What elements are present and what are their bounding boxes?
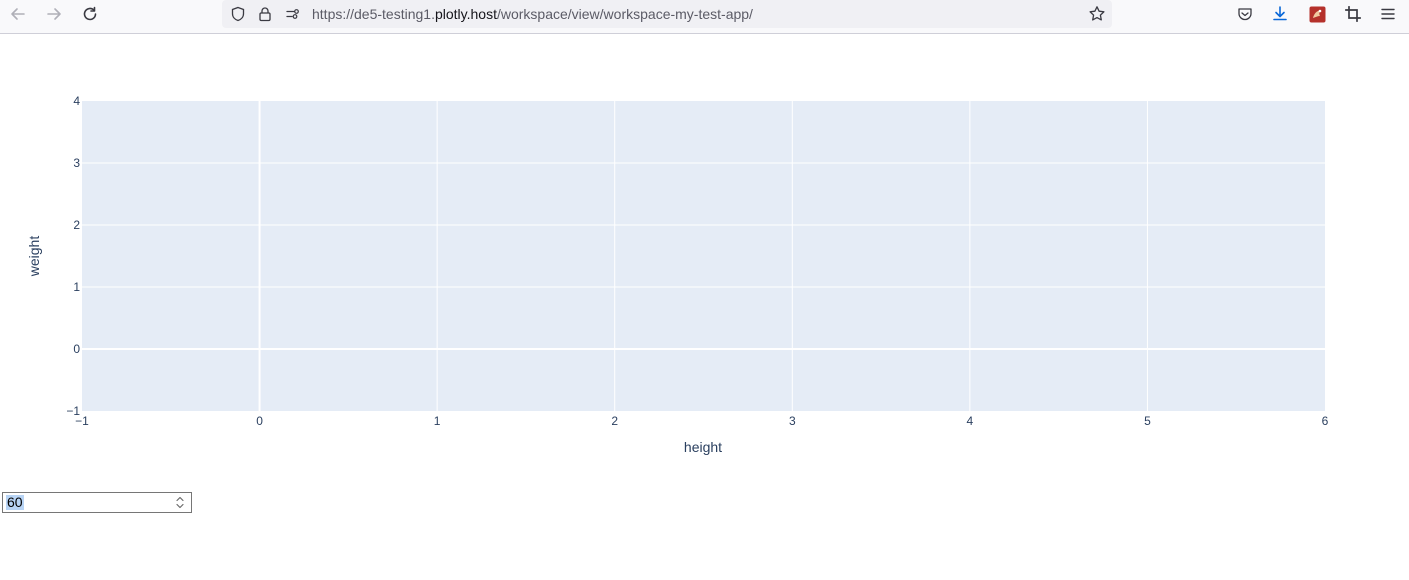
pocket-icon[interactable] bbox=[1233, 3, 1257, 25]
plot-area bbox=[82, 101, 1325, 411]
x-tick-label: 0 bbox=[256, 414, 263, 428]
url-prefix: https://de5-testing1. bbox=[312, 6, 435, 22]
shield-icon[interactable] bbox=[228, 4, 248, 24]
x-tick-label: 1 bbox=[434, 414, 441, 428]
browser-toolbar: https://de5-testing1.plotly.host/workspa… bbox=[0, 0, 1409, 34]
url-domain: plotly.host bbox=[434, 6, 497, 22]
x-axis-title: height bbox=[684, 439, 722, 455]
y-axis-title: weight bbox=[26, 236, 42, 278]
x-tick-label: 2 bbox=[611, 414, 618, 428]
x-tick-label: 6 bbox=[1322, 414, 1329, 428]
chart-svg: −1 0 1 2 3 4 5 6 −1 0 1 2 3 4 height weight bbox=[26, 94, 1329, 455]
y-tick-label: 0 bbox=[73, 342, 80, 356]
number-input-value[interactable]: 60 bbox=[6, 495, 24, 510]
x-tick-label: 5 bbox=[1144, 414, 1151, 428]
address-bar[interactable]: https://de5-testing1.plotly.host/workspa… bbox=[222, 0, 1112, 28]
reload-button[interactable] bbox=[77, 3, 103, 25]
url-path: /workspace/view/workspace-my-test-app/ bbox=[496, 6, 753, 22]
menu-icon[interactable] bbox=[1376, 3, 1400, 25]
y-axis-ticks: −1 0 1 2 3 4 bbox=[66, 94, 80, 418]
y-tick-label: −1 bbox=[66, 404, 80, 418]
downloads-icon[interactable] bbox=[1268, 3, 1292, 25]
bookmark-star-icon[interactable] bbox=[1087, 4, 1107, 24]
forward-arrow-icon bbox=[47, 8, 61, 20]
screenshot-crop-icon[interactable] bbox=[1341, 3, 1365, 25]
y-tick-label: 2 bbox=[73, 218, 80, 232]
y-tick-label: 3 bbox=[73, 156, 80, 170]
x-axis-ticks: −1 0 1 2 3 4 5 6 bbox=[75, 414, 1329, 428]
reload-icon bbox=[83, 6, 97, 21]
spinner-arrows-icon bbox=[176, 496, 184, 509]
x-tick-label: 3 bbox=[789, 414, 796, 428]
url-text[interactable]: https://de5-testing1.plotly.host/workspa… bbox=[312, 6, 753, 22]
lock-icon[interactable] bbox=[255, 4, 275, 24]
permissions-icon[interactable] bbox=[283, 4, 303, 24]
number-input[interactable]: 60 bbox=[2, 492, 192, 513]
extension-icon[interactable] bbox=[1305, 3, 1329, 25]
y-tick-label: 4 bbox=[73, 94, 80, 108]
scatter-chart: −1 0 1 2 3 4 5 6 −1 0 1 2 3 4 height weight bbox=[0, 34, 1409, 474]
x-tick-label: 4 bbox=[967, 414, 974, 428]
back-arrow-icon bbox=[11, 8, 25, 20]
y-tick-label: 1 bbox=[73, 280, 80, 294]
number-spinner[interactable] bbox=[173, 494, 187, 511]
forward-button[interactable] bbox=[41, 3, 67, 25]
back-button[interactable] bbox=[5, 3, 31, 25]
